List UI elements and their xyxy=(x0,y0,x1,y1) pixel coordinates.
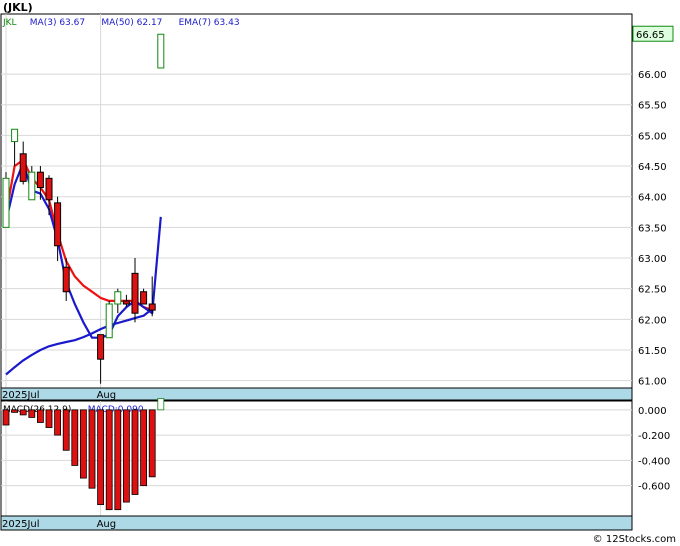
macd-bar-negative xyxy=(97,409,104,506)
macd-y-tick-label: -0.200 xyxy=(638,431,670,442)
price-legend-entry: MA(3) 63.67 xyxy=(30,18,85,28)
macd-bar-negative xyxy=(19,409,27,416)
candle-down xyxy=(45,177,53,201)
macd-bar-negative xyxy=(71,409,79,466)
macd-bar-positive xyxy=(157,398,165,411)
macd-bar-negative xyxy=(80,409,87,479)
price-y-tick-label: 64.00 xyxy=(638,193,667,204)
candle-down xyxy=(148,303,156,311)
price-legend: JKL MA(3) 63.67 MA(50) 62.17 EMA(7) 63.43 xyxy=(2,18,240,28)
candle-down xyxy=(62,266,70,293)
macd-bar-negative xyxy=(140,409,148,487)
candle-down xyxy=(97,334,105,360)
candle-down xyxy=(36,171,44,189)
macd-bar-negative xyxy=(11,409,19,413)
macd-y-tick-label: -0.600 xyxy=(638,482,670,493)
macd-y-tick-label: -0.400 xyxy=(638,456,670,467)
candle-up xyxy=(157,33,165,69)
macd-x-tick-label: Aug xyxy=(97,519,117,530)
candle-up xyxy=(28,171,36,201)
macd-x-tick-label: 2025Jul xyxy=(2,519,40,530)
macd-bar-negative xyxy=(114,409,122,511)
macd-bar-negative xyxy=(28,409,36,418)
macd-bar-negative xyxy=(54,409,61,436)
macd-bar-negative xyxy=(2,409,10,426)
price-y-tick-label: 64.50 xyxy=(638,162,667,173)
price-y-tick-label: 65.50 xyxy=(638,101,667,112)
macd-bar-negative xyxy=(37,409,44,423)
macd-bar-negative xyxy=(88,409,96,489)
price-y-tick-label: 62.00 xyxy=(638,315,667,326)
macd-y-tick-label: 0.000 xyxy=(638,406,667,417)
price-legend-entry: EMA(7) 63.43 xyxy=(179,18,240,28)
candle-down xyxy=(19,153,27,182)
price-y-tick-label: 63.00 xyxy=(638,254,667,265)
price-y-tick-label: 63.50 xyxy=(638,223,667,234)
footer-credit: © 12Stocks.com xyxy=(593,534,676,545)
price-y-tick-label: 62.50 xyxy=(638,285,667,296)
price-legend-entry: MA(50) 62.17 xyxy=(101,18,162,28)
candle-up xyxy=(11,128,19,143)
candle-up xyxy=(114,291,122,305)
price-legend-entry: JKL xyxy=(2,18,17,28)
price-y-tick-label: 65.00 xyxy=(638,131,667,142)
macd-bar-negative xyxy=(45,409,53,428)
chart-ticker: (JKL) xyxy=(3,1,33,14)
candle-up xyxy=(2,177,10,228)
last-price-label: 66.65 xyxy=(632,25,674,42)
macd-bar-negative xyxy=(123,409,130,503)
price-y-axis: 61.00 61.50 62.00 62.50 63.00 63.50 64.00 64.50… xyxy=(638,70,667,388)
candle-down xyxy=(131,272,139,314)
candle-down xyxy=(140,291,148,305)
macd-bar-negative xyxy=(148,409,156,478)
macd-bar-negative xyxy=(131,409,139,495)
price-x-tick-label: Aug xyxy=(97,390,117,401)
macd-y-axis: 0.000 -0.200 -0.400 -0.600 xyxy=(638,406,670,493)
price-y-tick-label: 66.00 xyxy=(638,70,667,81)
candle-down xyxy=(122,300,130,305)
price-y-tick-label: 61.00 xyxy=(638,377,667,388)
macd-bar-negative xyxy=(105,409,113,511)
last-price-value: 66.65 xyxy=(636,30,665,41)
stock-chart: (JKL) JKL MA(3) 63.67 MA(50) 62.17 EMA(7) 6… xyxy=(0,1,676,545)
price-y-tick-label: 61.50 xyxy=(638,346,667,357)
price-x-tick-label: 2025Jul xyxy=(2,390,40,401)
macd-bar-negative xyxy=(62,409,70,451)
macd-panel xyxy=(0,400,633,517)
candle-down xyxy=(54,202,62,247)
candle-up xyxy=(105,303,113,339)
